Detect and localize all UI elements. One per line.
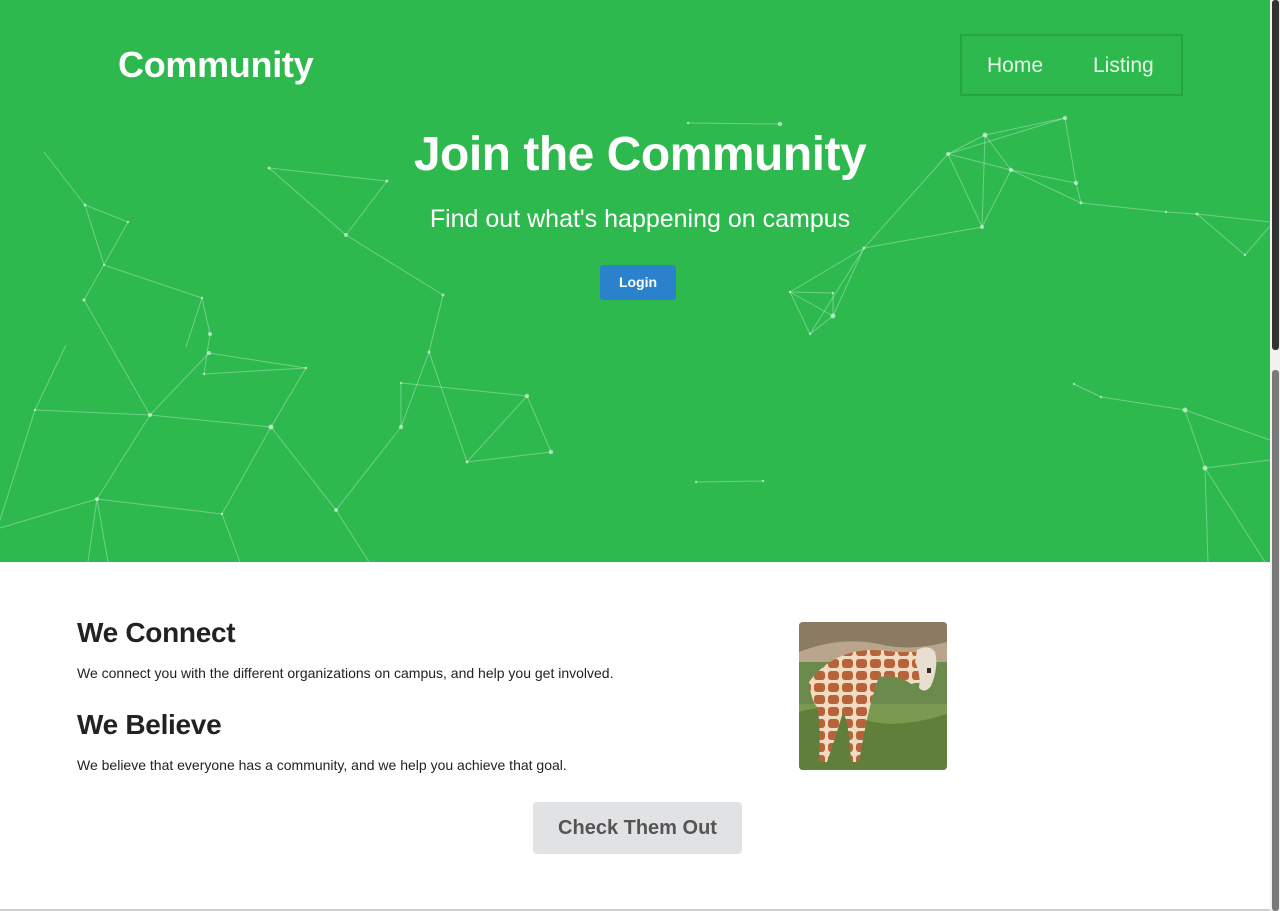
we-believe-heading: We Believe: [77, 709, 222, 740]
hero-subtitle: Find out what's happening on campus: [429, 205, 851, 233]
we-connect-text: We connect you with the different organi…: [77, 665, 614, 681]
hero-banner: Community Home Listing Join the Communit…: [0, 0, 1270, 562]
giraffe-photo: [799, 622, 947, 770]
hero-title: Join the Community: [413, 128, 867, 181]
nav-link-home[interactable]: Home: [987, 54, 1043, 78]
scrollbar-thumb[interactable]: [1272, 370, 1279, 911]
brand-logo[interactable]: Community: [118, 44, 314, 86]
nav-link-listing[interactable]: Listing: [1093, 54, 1154, 78]
login-button[interactable]: Login: [600, 265, 676, 300]
main-nav: Home Listing: [960, 34, 1183, 96]
we-believe-text: We believe that everyone has a community…: [77, 757, 567, 773]
vertical-scrollbar[interactable]: [1270, 0, 1280, 911]
check-them-out-button[interactable]: Check Them Out: [533, 802, 742, 854]
we-connect-heading: We Connect: [77, 617, 236, 648]
scrollbar-track-top: [1272, 0, 1279, 350]
